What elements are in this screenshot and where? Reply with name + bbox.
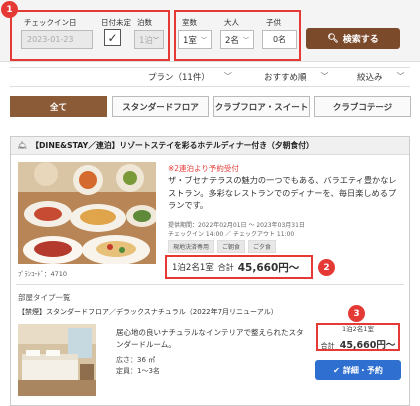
plan-price-summary: 1泊2名1室 bbox=[172, 263, 214, 273]
adults-label: 大人 bbox=[224, 18, 239, 27]
room-price-line: 合計 45,660円〜 bbox=[321, 333, 396, 352]
room-capacity: 定員：1～3名 bbox=[116, 367, 160, 375]
plan-photo[interactable] bbox=[18, 162, 156, 264]
plan-description: ザ・ブセナテラスの魅力の一つでもある、バラエティ豊かなレストラン。多彩なレストラ… bbox=[168, 175, 397, 210]
tab-all[interactable]: 全て bbox=[10, 96, 107, 117]
tag-onsite-payment: 現地決済専用 bbox=[168, 240, 215, 253]
room-photo[interactable] bbox=[18, 324, 96, 396]
callout-badge-3: 3 bbox=[348, 305, 365, 322]
chevron-down-icon: ﹀ bbox=[152, 37, 159, 44]
sort-order-label: おすすめ順 bbox=[264, 73, 307, 83]
check-icon: ✔ bbox=[333, 365, 340, 375]
plan-tags: 現地決済専用 ご朝食 ご夕食 bbox=[168, 240, 277, 253]
room-price: 45,660円〜 bbox=[339, 339, 396, 351]
filter-toggle[interactable]: 絞込み ﹀ bbox=[357, 71, 405, 83]
chevron-down-icon: ﹀ bbox=[200, 37, 207, 44]
search-icon: 🔍︎ bbox=[327, 33, 339, 44]
rooms-value: 1室 bbox=[183, 35, 197, 46]
room-size: 広さ：36 ㎡ bbox=[116, 356, 156, 364]
plan-code: ﾌﾟﾗﾝｺｰﾄﾞ：4710 bbox=[18, 270, 68, 278]
tab-club-cottage[interactable]: クラブコテージ bbox=[314, 96, 411, 117]
sort-order-select[interactable]: おすすめ順 ﹀ bbox=[264, 71, 329, 83]
children-label: 子供 bbox=[266, 18, 281, 27]
callout-badge-1: 1 bbox=[1, 1, 18, 18]
children-input[interactable]: 0名 bbox=[262, 30, 297, 49]
plan-price-prefix: 合計 bbox=[217, 262, 234, 272]
plan-notice: ※2連泊より予約受付 bbox=[168, 164, 239, 173]
chevron-down-icon: ﹀ bbox=[223, 72, 232, 81]
room-photo-illustration bbox=[18, 324, 96, 396]
detail-reserve-button[interactable]: ✔ 詳細・予約 bbox=[315, 360, 401, 380]
room-description: 居心地の良いナチュラルなインテリアで整えられたスタンダードルーム。 bbox=[116, 328, 304, 349]
room-section-label: 部屋タイプ一覧 bbox=[18, 293, 71, 302]
plan-count-label: プラン（11件） bbox=[148, 73, 210, 83]
room-price-box: 1泊2名1室 合計 45,660円〜 bbox=[316, 323, 400, 351]
nights-select[interactable]: 1泊 ﹀ bbox=[134, 30, 164, 49]
hotel-bell-icon: 🛎︎ bbox=[17, 141, 28, 150]
nights-value: 1泊 bbox=[139, 35, 153, 46]
checkin-date-input[interactable]: 2023-01-23 bbox=[21, 30, 93, 49]
detail-reserve-label: 詳細・予約 bbox=[342, 365, 383, 375]
room-price-summary: 1泊2名1室 bbox=[342, 324, 374, 333]
food-photo-illustration bbox=[18, 162, 156, 264]
plan-title: 【DINE&STAY／連泊】リゾートステイを彩るホテルディナー付き（夕朝食付） bbox=[31, 141, 314, 150]
plan-price: 45,660円～ bbox=[237, 261, 300, 274]
rooms-label: 室数 bbox=[182, 18, 197, 27]
plan-divider bbox=[16, 284, 404, 285]
plan-title-bar[interactable]: 🛎︎ 【DINE&STAY／連泊】リゾートステイを彩るホテルディナー付き（夕朝食… bbox=[11, 137, 409, 155]
search-button[interactable]: 🔍︎ 検索する bbox=[306, 28, 400, 49]
rooms-select[interactable]: 1室 ﹀ bbox=[178, 30, 212, 49]
tag-breakfast: ご朝食 bbox=[217, 240, 246, 253]
plan-count-toggle[interactable]: プラン（11件） ﹀ bbox=[148, 71, 232, 83]
plan-period: 提供期間：2022年02月01日 ～ 2023年03月31日 bbox=[168, 222, 305, 229]
search-button-label: 検索する bbox=[342, 35, 379, 45]
date-undecided-label: 日付未定 bbox=[101, 18, 131, 27]
adults-value: 2名 bbox=[225, 35, 239, 46]
chevron-down-icon: ﹀ bbox=[396, 72, 405, 81]
chevron-down-icon: ﹀ bbox=[242, 37, 249, 44]
filter-label: 絞込み bbox=[357, 73, 383, 83]
callout-badge-2: 2 bbox=[318, 259, 335, 276]
tab-club-floor-suite[interactable]: クラブフロア・スイート bbox=[213, 96, 310, 117]
nights-label: 泊数 bbox=[137, 18, 152, 27]
chevron-down-icon: ﹀ bbox=[320, 72, 329, 81]
date-undecided-checkbox[interactable]: ✓ bbox=[104, 29, 121, 46]
plan-checkin-checkout: チェックイン 14:00 ／ チェックアウト 11:00 bbox=[168, 231, 295, 238]
tab-standard-floor[interactable]: スタンダードフロア bbox=[112, 96, 209, 117]
checkin-label: チェックイン日 bbox=[24, 18, 77, 27]
checkmark-icon: ✓ bbox=[107, 30, 118, 45]
plan-price-box: 1泊2名1室 合計 45,660円～ bbox=[165, 255, 313, 279]
tag-dinner: ご夕食 bbox=[248, 240, 277, 253]
room-title[interactable]: 【禁煙】スタンダードフロア／デラックスナチュラル（2022年7月リニューアル） bbox=[18, 307, 278, 317]
room-price-prefix: 合計 bbox=[320, 341, 335, 350]
adults-select[interactable]: 2名 ﹀ bbox=[220, 30, 254, 49]
